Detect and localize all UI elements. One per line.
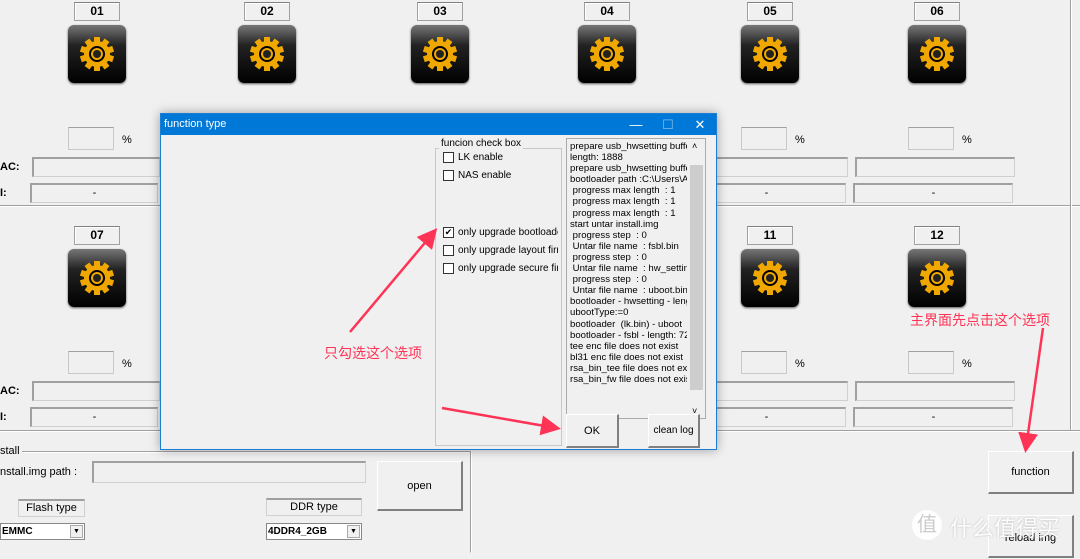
arrow-to-function-button <box>1018 327 1045 453</box>
arrow-to-ok-button <box>441 406 561 436</box>
arrow-to-bootloader-checkbox <box>349 228 438 333</box>
annotation-arrows <box>349 228 1045 453</box>
annotation-note-right: 主界面先点击这个选项 <box>910 312 1050 328</box>
annotation-note-left: 只勾选这个选项 <box>324 345 422 361</box>
